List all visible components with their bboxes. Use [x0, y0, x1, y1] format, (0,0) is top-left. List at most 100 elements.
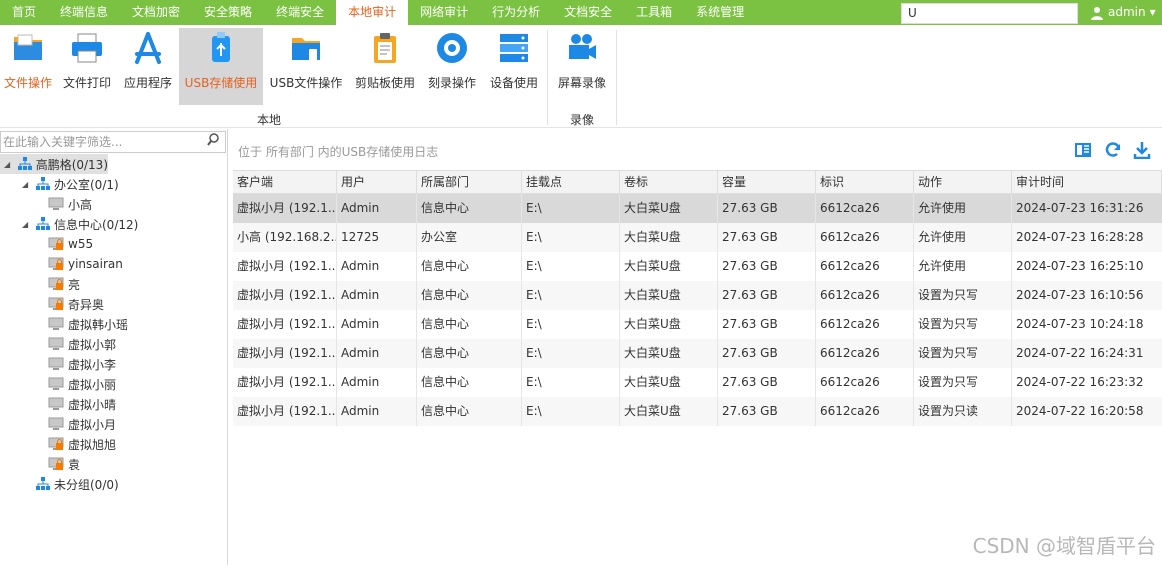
tool-applications[interactable]: 应用程序 [118, 28, 178, 105]
table-row[interactable]: 虚拟小月 (192.1... Admin 信息中心 E:\ 大白菜U盘 27.63 GB 6… [233, 368, 1162, 397]
tool-label: USB存储使用 [184, 76, 258, 90]
column-header[interactable]: 审计时间 [1012, 171, 1162, 193]
menu-item[interactable]: 安全策略 [192, 0, 264, 25]
column-header[interactable]: 标识 [816, 171, 914, 193]
tree-group[interactable]: ◢ 高鹏格(0/13) [0, 154, 108, 174]
table-cell: 信息中心 [417, 252, 522, 281]
tool-screen-recording[interactable]: 屏幕录像 [553, 28, 611, 105]
column-header[interactable]: 用户 [337, 171, 417, 193]
tree-filter-input[interactable]: 在此输入关键字筛选... [0, 131, 226, 153]
tree-label: 奇异奥 [68, 297, 105, 312]
table-row[interactable]: 虚拟小月 (192.1... Admin 信息中心 E:\ 大白菜U盘 27.63 GB 6… [233, 339, 1162, 368]
tool-file-print[interactable]: 文件打印 [58, 28, 116, 105]
table-row[interactable]: 小高 (192.168.2... 12725 办公室 E:\ 大白菜U盘 27.63 GB… [233, 223, 1162, 252]
tree-terminal[interactable]: 奇异奥 [48, 294, 104, 314]
menu-item[interactable]: 行为分析 [480, 0, 552, 25]
tree-label: 信息中心(0/12) [54, 217, 139, 232]
watermark: CSDN @域智盾平台 [972, 534, 1156, 558]
ribbon-group-label: 录像 [570, 113, 595, 127]
table-row[interactable]: 虚拟小月 (192.1... Admin 信息中心 E:\ 大白菜U盘 27.63 GB 6… [233, 194, 1162, 223]
tree-terminal[interactable]: 亮 [48, 274, 80, 294]
main-menu: 首页 终端信息 文档加密 安全策略 终端安全 本地审计 网络审计 行为分析 文档安全 工具箱 系统管… [0, 0, 756, 25]
expand-toggle-icon[interactable]: ◢ [22, 180, 32, 189]
menu-item[interactable]: 终端信息 [48, 0, 120, 25]
tree-label: 虚拟韩小瑶 [68, 317, 129, 332]
table-row[interactable]: 虚拟小月 (192.1... Admin 信息中心 E:\ 大白菜U盘 27.63 GB 6… [233, 397, 1162, 426]
table-row[interactable]: 虚拟小月 (192.1... Admin 信息中心 E:\ 大白菜U盘 27.63 GB 6… [233, 252, 1162, 281]
tree-terminal[interactable]: w55 [48, 234, 93, 254]
tree-terminal[interactable]: yinsairan [48, 254, 123, 274]
table-cell: 设置为只读 [914, 397, 1012, 426]
table-row[interactable]: 虚拟小月 (192.1... Admin 信息中心 E:\ 大白菜U盘 27.63 GB 6… [233, 281, 1162, 310]
table-cell: 大白菜U盘 [620, 310, 718, 339]
tool-label: 应用程序 [123, 76, 172, 90]
expand-toggle-icon[interactable]: ◢ [4, 160, 14, 169]
menu-item[interactable]: 首页 [0, 0, 48, 25]
tool-usb-file-operation[interactable]: USB文件操作 [266, 28, 346, 105]
tool-usb-storage[interactable]: USB存储使用 [179, 28, 263, 105]
tool-label: 设备使用 [489, 76, 538, 90]
tool-clipboard[interactable]: 剪贴板使用 [352, 28, 418, 105]
org-icon [36, 217, 50, 231]
menu-item[interactable]: 文档安全 [552, 0, 624, 25]
menu-item[interactable]: 网络审计 [408, 0, 480, 25]
menu-item[interactable]: 文档加密 [120, 0, 192, 25]
tool-file-operation[interactable]: 文件操作 [0, 28, 56, 105]
search-icon[interactable] [207, 132, 225, 150]
table-cell: 6612ca26 [816, 310, 914, 339]
tree-label: 小高 [68, 197, 93, 212]
menu-item[interactable]: 终端安全 [264, 0, 336, 25]
table-cell: E:\ [522, 281, 620, 310]
computer-icon [48, 337, 64, 351]
column-header[interactable]: 卷标 [620, 171, 718, 193]
ribbon-group-label: 本地 [257, 113, 282, 127]
search-input[interactable]: U [901, 3, 1078, 24]
menu-item[interactable]: 本地审计 [336, 0, 409, 25]
user-menu[interactable]: admin ▾ [1090, 0, 1156, 25]
refresh-icon[interactable] [1104, 141, 1122, 159]
tree-terminal[interactable]: 虚拟小李 [48, 354, 116, 374]
download-icon[interactable] [1133, 141, 1151, 160]
menu-item[interactable]: 系统管理 [684, 0, 756, 25]
tree-terminal[interactable]: 小高 [48, 194, 92, 214]
table-cell: Admin [337, 252, 417, 281]
location-text: 位于 所有部门 内的USB存储使用日志 [238, 145, 439, 159]
table-cell: 允许使用 [914, 223, 1012, 252]
table-cell: Admin [337, 281, 417, 310]
tree-group[interactable]: ◢ 信息中心(0/12) [22, 214, 138, 234]
column-header[interactable]: 容量 [718, 171, 816, 193]
menu-item[interactable]: 工具箱 [624, 0, 684, 25]
tree-terminal[interactable]: 虚拟小月 [48, 414, 116, 434]
expand-toggle-icon[interactable]: ◢ [22, 220, 32, 229]
tree-group[interactable]: ◢ 办公室(0/1) [22, 174, 119, 194]
tree-terminal[interactable]: 虚拟旭旭 [48, 434, 116, 454]
tree-terminal[interactable]: 袁 [48, 454, 80, 474]
table-cell: 信息中心 [417, 339, 522, 368]
column-header[interactable]: 所属部门 [417, 171, 522, 193]
tool-burning[interactable]: 刻录操作 [422, 28, 482, 105]
table-cell: E:\ [522, 310, 620, 339]
username: admin [1108, 5, 1146, 19]
column-header[interactable]: 客户端 [233, 171, 337, 193]
table-cell: 小高 (192.168.2... [233, 223, 337, 252]
tree-terminal[interactable]: 虚拟小晴 [48, 394, 116, 414]
table-cell: 允许使用 [914, 252, 1012, 281]
tree-group[interactable]: 未分组(0/0) [22, 474, 119, 494]
table-cell: E:\ [522, 339, 620, 368]
table-cell: E:\ [522, 397, 620, 426]
tool-device-usage[interactable]: 设备使用 [484, 28, 544, 105]
column-settings-icon[interactable] [1074, 141, 1092, 159]
table-cell: 2024-07-22 16:23:32 [1016, 375, 1144, 389]
tree-terminal[interactable]: 虚拟小郭 [48, 334, 116, 354]
table-row[interactable]: 虚拟小月 (192.1... Admin 信息中心 E:\ 大白菜U盘 27.63 GB 6… [233, 310, 1162, 339]
org-icon [36, 177, 50, 191]
column-header[interactable]: 动作 [914, 171, 1012, 193]
table-cell: 2024-07-23 16:25:10 [1016, 259, 1144, 273]
tree-terminal[interactable]: 虚拟小丽 [48, 374, 116, 394]
usb-drive-icon [204, 31, 238, 65]
tree-terminal[interactable]: 虚拟韩小瑶 [48, 314, 128, 334]
table-cell: 6612ca26 [816, 223, 914, 252]
table-body: 虚拟小月 (192.1... Admin 信息中心 E:\ 大白菜U盘 27.63 GB 6… [233, 194, 1162, 426]
tool-label: 文件打印 [62, 76, 111, 90]
column-header[interactable]: 挂载点 [522, 171, 620, 193]
